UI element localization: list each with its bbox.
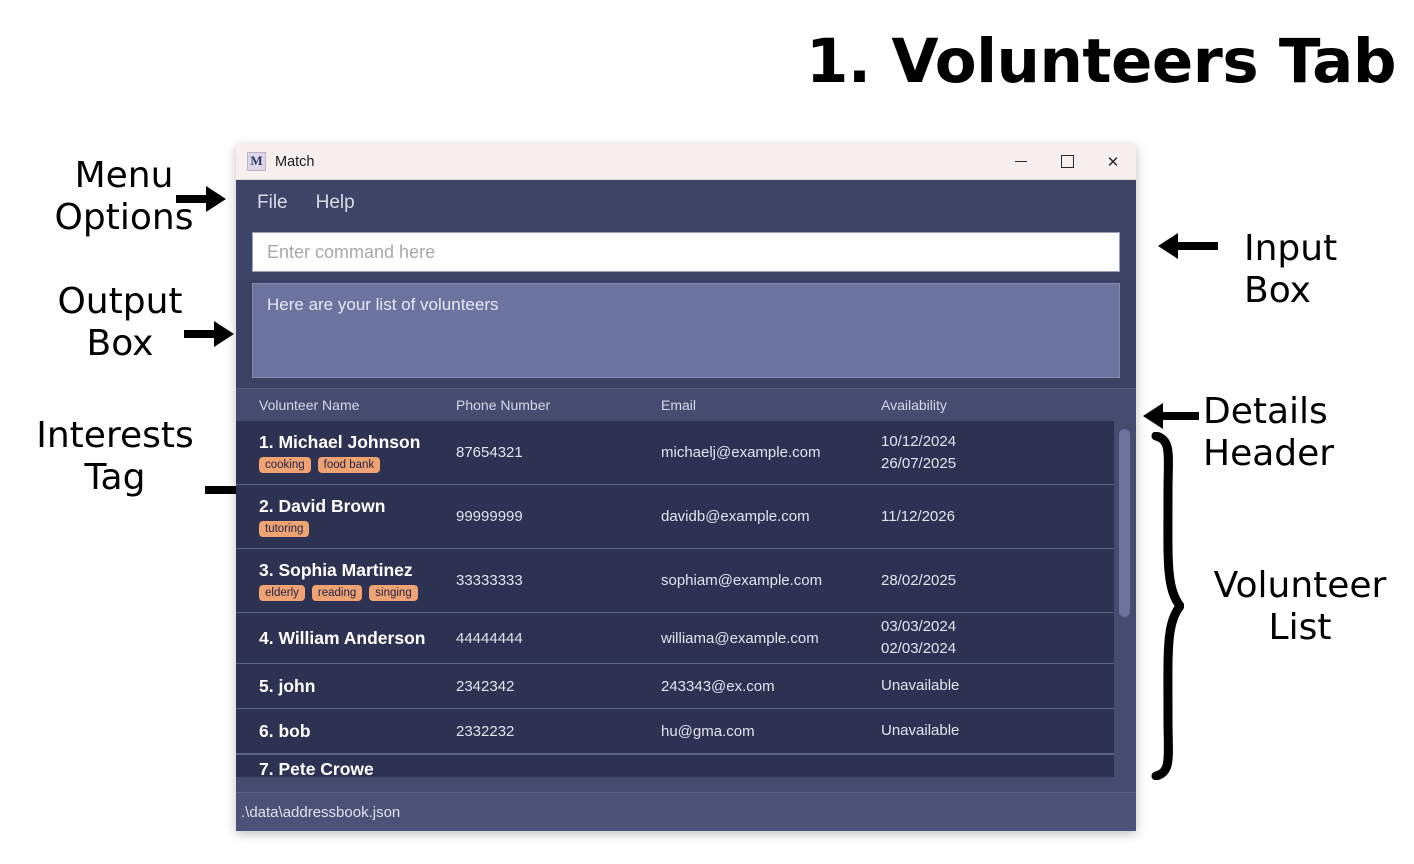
interest-tag: singing: [369, 585, 418, 601]
annotation-input-box: Input Box: [1244, 228, 1338, 312]
menu-item-file[interactable]: File: [257, 192, 288, 214]
volunteer-phone: 87654321: [456, 444, 523, 461]
maximize-button[interactable]: [1044, 144, 1090, 179]
volunteer-email: 243343@ex.com: [661, 677, 775, 695]
volunteer-availability: Unavailable: [881, 677, 960, 695]
volunteer-availability: 03/03/2024 02/03/2024: [881, 618, 957, 657]
window-controls: ✕: [998, 144, 1136, 179]
table-row[interactable]: 5. john 2342342 243343@ex.com Unavailabl…: [236, 664, 1114, 709]
table-row[interactable]: 6. bob 2332232 hu@gma.com Unavailable: [236, 709, 1114, 754]
volunteer-phone: 44444444: [456, 629, 523, 647]
table-row[interactable]: 2. David Brown tutoring 99999999 davidb@…: [236, 485, 1114, 549]
volunteer-email: williama@example.com: [661, 629, 819, 647]
interests-tag-group: tutoring: [259, 521, 456, 537]
output-text: Here are your list of volunteers: [267, 295, 499, 314]
volunteer-phone: 99999999: [456, 508, 523, 525]
menu-item-help[interactable]: Help: [316, 192, 355, 214]
volunteer-phone: 2332232: [456, 722, 515, 740]
details-header: Volunteer Name Phone Number Email Availa…: [236, 389, 1136, 421]
volunteer-phone: 2342342: [456, 677, 515, 695]
minimize-button[interactable]: [998, 144, 1044, 179]
annotation-details-header: Details Header: [1203, 391, 1335, 475]
volunteer-name: 6. bob: [259, 720, 311, 741]
volunteer-list-rows: 1. Michael Johnson cooking food bank 876…: [236, 421, 1114, 792]
volunteer-name-cell: 1. Michael Johnson cooking food bank: [236, 432, 456, 473]
volunteer-name-cell: 5. john: [236, 676, 456, 697]
volunteer-email: davidb@example.com: [661, 508, 810, 525]
table-row[interactable]: 7. Pete Crowe: [236, 754, 1114, 777]
interest-tag: cooking: [259, 457, 311, 473]
volunteer-availability: 28/02/2025: [881, 571, 957, 589]
command-input-placeholder: Enter command here: [267, 241, 436, 262]
window-title: Match: [275, 153, 315, 170]
status-bar-path: .\data\addressbook.json: [241, 803, 401, 821]
volunteer-name-cell: 4. William Anderson: [236, 628, 456, 649]
column-header-availability: Availability: [881, 397, 947, 413]
scrollbar-thumb[interactable]: [1119, 429, 1130, 617]
brace-volunteer-list: [1151, 432, 1184, 780]
volunteer-name: 4. William Anderson: [259, 627, 426, 648]
volunteer-list[interactable]: 1. Michael Johnson cooking food bank 876…: [236, 421, 1136, 792]
maximize-icon: [1060, 155, 1074, 168]
interests-tag-group: elderly reading singing: [259, 585, 456, 601]
close-icon: ✕: [1106, 152, 1120, 171]
volunteer-name: 2. David Brown: [259, 496, 386, 516]
column-header-phone-number: Phone Number: [456, 397, 551, 413]
output-box: Here are your list of volunteers: [252, 283, 1120, 378]
interest-tag: food bank: [317, 457, 381, 473]
table-row[interactable]: 3. Sophia Martinez elderly reading singi…: [236, 549, 1114, 613]
column-header-email: Email: [661, 397, 697, 413]
command-input-area: Enter command here: [236, 225, 1136, 280]
volunteer-availability: Unavailable: [881, 722, 960, 740]
table-row[interactable]: 1. Michael Johnson cooking food bank 876…: [236, 421, 1114, 485]
list-scrollbar[interactable]: [1114, 421, 1136, 792]
volunteer-name-cell: 6. bob: [236, 721, 456, 742]
interest-tag: reading: [311, 585, 363, 601]
volunteer-name-cell: 2. David Brown tutoring: [236, 496, 456, 537]
interest-tag: elderly: [259, 585, 305, 601]
app-window: M Match ✕ File Help Enter command here H…: [236, 144, 1136, 831]
volunteer-name: 5. john: [259, 675, 316, 696]
volunteer-name: 7. Pete Crowe: [259, 759, 374, 777]
annotation-output-box: Output Box: [57, 281, 183, 365]
volunteer-availability: 11/12/2026: [881, 507, 955, 525]
output-box-area: Here are your list of volunteers: [236, 280, 1136, 388]
menu-bar: File Help: [236, 180, 1136, 225]
page-title: 1. Volunteers Tab: [805, 26, 1397, 97]
volunteer-name: 3. Sophia Martinez: [259, 560, 413, 580]
app-logo-icon: M: [247, 152, 266, 171]
volunteer-phone: 33333333: [456, 572, 523, 589]
command-input[interactable]: Enter command here: [252, 232, 1120, 272]
annotation-interests-tag: Interests Tag: [36, 415, 194, 499]
minimize-icon: [1015, 160, 1027, 163]
volunteer-email: sophiam@example.com: [661, 572, 823, 589]
interest-tag: tutoring: [259, 521, 310, 537]
column-header-volunteer-name: Volunteer Name: [259, 397, 360, 413]
volunteer-name: 1. Michael Johnson: [259, 432, 421, 452]
annotation-volunteer-list: Volunteer List: [1213, 565, 1387, 649]
interests-tag-group: cooking food bank: [259, 457, 456, 473]
volunteer-availability: 10/12/2024 26/07/2025: [881, 432, 957, 472]
title-bar: M Match ✕: [236, 144, 1136, 180]
table-row[interactable]: 4. William Anderson 44444444 williama@ex…: [236, 613, 1114, 664]
volunteer-email: hu@gma.com: [661, 722, 755, 740]
status-bar: .\data\addressbook.json: [236, 792, 1136, 831]
volunteer-email: michaelj@example.com: [661, 444, 821, 461]
volunteer-name-cell: 3. Sophia Martinez elderly reading singi…: [236, 560, 456, 601]
app-logo-letter: M: [250, 153, 263, 168]
close-button[interactable]: ✕: [1090, 144, 1136, 179]
